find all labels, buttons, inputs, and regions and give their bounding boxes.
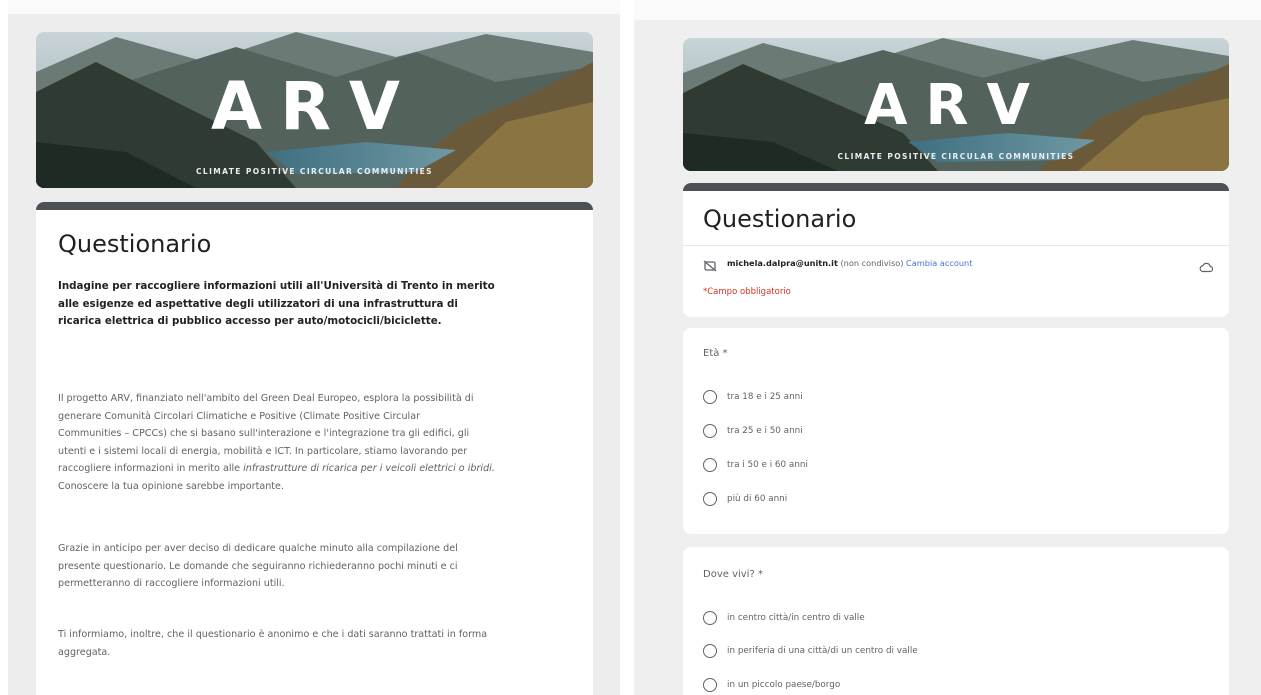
radio-option[interactable]: tra 25 e i 50 anni: [703, 424, 803, 438]
radio-button[interactable]: [703, 644, 717, 658]
required-field-note: *Campo obbligatorio: [703, 287, 791, 297]
option-label: in centro città/in centro di valle: [727, 613, 865, 623]
paragraph-line: utenti e i sistemi locali di energia, mo…: [58, 445, 468, 457]
option-label: in periferia di una città/di un centro d…: [727, 646, 918, 656]
form-subtitle: Indagine per raccogliere informazioni ut…: [58, 278, 495, 331]
form-title: Questionario: [703, 205, 857, 233]
cloud-saved-icon[interactable]: [1199, 258, 1214, 277]
subtitle-line: ricarica elettrica di pubblico accesso p…: [58, 315, 442, 327]
option-label: più di 60 anni: [727, 494, 788, 504]
switch-account-link[interactable]: Cambia account: [906, 258, 972, 268]
paragraph-italic-text: infrastrutture di ricarica per i veicoli…: [243, 463, 495, 475]
right-form-live: ARV CLIMATE POSITIVE CIRCULAR COMMUNITIE…: [634, 0, 1261, 695]
paragraph-line: presente questionario. Le domande che se…: [58, 560, 458, 572]
radio-option[interactable]: tra 18 e i 25 anni: [703, 390, 803, 404]
radio-option[interactable]: in un piccolo paese/borgo: [703, 678, 840, 692]
form-description-paragraph-3: Ti informiamo, inoltre, che il questiona…: [58, 626, 487, 661]
header-banner: ARV CLIMATE POSITIVE CIRCULAR COMMUNITIE…: [36, 32, 593, 188]
brand-logo: ARV: [211, 68, 418, 145]
option-label: tra i 50 e i 60 anni: [727, 460, 808, 470]
account-note: (non condiviso): [840, 258, 904, 268]
brand-tagline: CLIMATE POSITIVE CIRCULAR COMMUNITIES: [196, 167, 433, 176]
question-card-age: Età * tra 18 e i 25 anni tra 25 e i 50 a…: [683, 328, 1229, 534]
radio-button[interactable]: [703, 678, 717, 692]
divider: [683, 245, 1229, 246]
radio-option[interactable]: più di 60 anni: [703, 492, 787, 506]
brand-logo: ARV: [864, 73, 1048, 138]
option-label: in un piccolo paese/borgo: [727, 680, 841, 690]
paragraph-line: Il progetto ARV, finanziato nell'ambito …: [58, 393, 474, 404]
form-description-paragraph-2: Grazie in anticipo per aver deciso di de…: [58, 540, 458, 593]
radio-option[interactable]: in periferia di una città/di un centro d…: [703, 644, 918, 658]
form-header-card: Questionario Indagine per raccogliere in…: [36, 202, 593, 695]
radio-button[interactable]: [703, 390, 717, 404]
subtitle-line: alle esigenze ed aspettative degli utili…: [58, 297, 458, 310]
subtitle-line: Indagine per raccogliere informazioni ut…: [58, 280, 495, 292]
radio-button[interactable]: [703, 611, 717, 625]
form-header-card: Questionario michela.dalpra@unitn.it (no…: [683, 183, 1229, 317]
top-strip: [8, 0, 620, 14]
question-label: Età *: [703, 348, 728, 359]
radio-button[interactable]: [703, 458, 717, 472]
radio-option[interactable]: tra i 50 e i 60 anni: [703, 458, 808, 472]
question-label: Dove vivi? *: [703, 569, 763, 580]
paragraph-text: raccogliere informazioni in merito alle: [58, 463, 244, 475]
left-form-preview: ARV CLIMATE POSITIVE CIRCULAR COMMUNITIE…: [8, 0, 620, 695]
radio-button[interactable]: [703, 424, 717, 438]
option-label: tra 18 e i 25 anni: [727, 392, 803, 402]
paragraph-line: Ti informiamo, inoltre, che il questiona…: [58, 629, 488, 640]
paragraph-line: Communities – CPCCs) che si basano sull'…: [58, 428, 470, 440]
paragraph-line: aggregata.: [58, 646, 111, 658]
paragraph-line: raccogliere informazioni in merito alle …: [58, 460, 495, 478]
paragraph-line: generare Comunità Circolari Climatiche e…: [58, 410, 421, 422]
paragraph-line: Grazie in anticipo per aver deciso di de…: [58, 543, 458, 554]
radio-option[interactable]: in centro città/in centro di valle: [703, 611, 865, 625]
not-shared-icon: [703, 257, 717, 276]
header-banner: ARV CLIMATE POSITIVE CIRCULAR COMMUNITIE…: [683, 38, 1229, 171]
account-info: michela.dalpra@unitn.it (non condiviso) …: [727, 258, 972, 268]
question-card-residence: Dove vivi? * in centro città/in centro d…: [683, 547, 1229, 695]
radio-button[interactable]: [703, 492, 717, 506]
option-label: tra 25 e i 50 anni: [727, 426, 803, 436]
paragraph-line: Conoscere la tua opinione sarebbe import…: [58, 480, 285, 492]
paragraph-line: permetteranno di raccogliere informazion…: [58, 578, 285, 590]
top-strip: [634, 0, 1261, 20]
brand-tagline: CLIMATE POSITIVE CIRCULAR COMMUNITIES: [837, 152, 1075, 161]
account-email: michela.dalpra@unitn.it: [727, 258, 838, 268]
form-description-paragraph-1: Il progetto ARV, finanziato nell'ambito …: [58, 390, 495, 496]
form-title: Questionario: [58, 230, 212, 258]
